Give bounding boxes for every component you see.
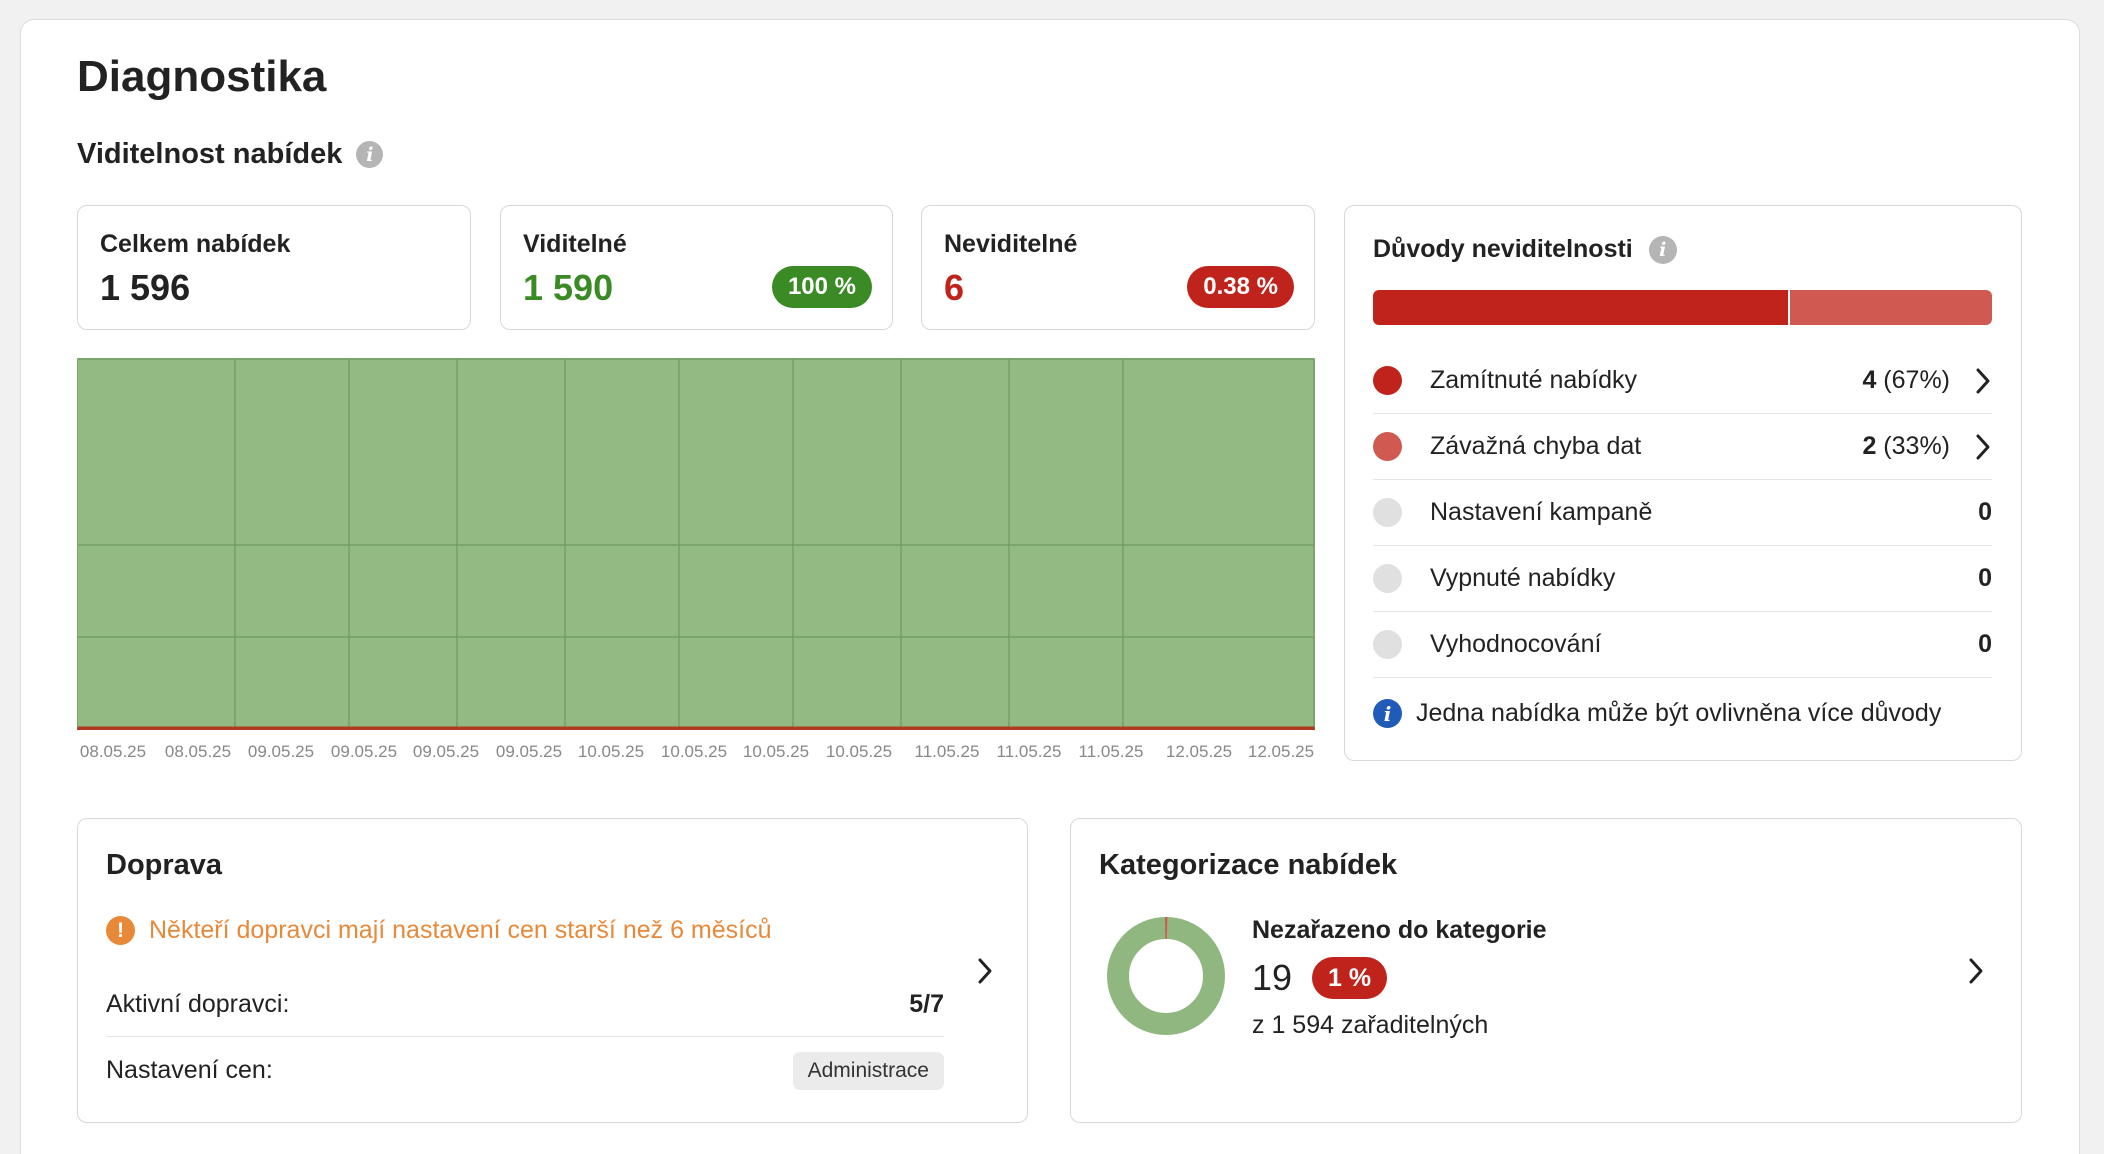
- chart-x-tick-label: 12.05.25: [1248, 742, 1314, 761]
- chart-x-tick-label: 09.05.25: [248, 742, 314, 761]
- reason-color-dot: [1373, 432, 1402, 461]
- shipping-warning-text: Někteří dopravci mají nastavení cen star…: [149, 916, 772, 944]
- visibility-section-header: Viditelnost nabídek i: [77, 138, 384, 171]
- visible-offers-label: Viditelné: [523, 230, 627, 258]
- visible-offers-value: 1 590: [523, 267, 614, 308]
- page-title: Diagnostika: [77, 52, 327, 101]
- invisible-offers-value: 6: [944, 267, 965, 308]
- visible-percent-badge: 100 %: [771, 266, 872, 308]
- active-carriers-row: Aktivní dopravci: 5/7: [106, 972, 944, 1037]
- total-offers-value: 1 596: [100, 267, 191, 308]
- invisible-percent-badge: 0.38 %: [1187, 266, 1294, 308]
- reason-count: 4 (67%): [1862, 366, 1950, 394]
- uncategorized-stats: 19 1 %: [1252, 957, 1388, 999]
- chart-x-tick-label: 09.05.25: [496, 742, 562, 761]
- reason-label: Vyhodnocování: [1430, 630, 1602, 658]
- reason-row[interactable]: Zamítnuté nabídky 4 (67%): [1373, 348, 1992, 414]
- uncategorized-percent-badge: 1 %: [1312, 957, 1388, 999]
- reason-label: Nastavení kampaně: [1430, 498, 1653, 526]
- reason-row[interactable]: Závažná chyba dat 2 (33%): [1373, 414, 1992, 480]
- chevron-right-icon[interactable]: [1967, 957, 1985, 985]
- categorizable-total: z 1 594 zařaditelných: [1252, 1011, 1489, 1039]
- price-settings-row: Nastavení cen: Administrace: [106, 1038, 944, 1103]
- reason-label: Zamítnuté nabídky: [1430, 366, 1638, 394]
- total-offers-card: Celkem nabídek 1 596: [77, 205, 471, 330]
- chart-x-tick-label: 08.05.25: [165, 742, 231, 761]
- reason-count: 0: [1978, 498, 1992, 526]
- reasons-title: Důvody neviditelnosti: [1373, 235, 1633, 263]
- chart-x-tick-label: 12.05.25: [1166, 742, 1232, 761]
- chart-x-tick-label: 10.05.25: [578, 742, 644, 761]
- reasons-note-text: Jedna nabídka může být ovlivněna více dů…: [1416, 699, 1942, 727]
- reasons-bar-segment: [1373, 290, 1788, 325]
- administration-tag[interactable]: Administrace: [792, 1051, 944, 1090]
- chevron-right-icon[interactable]: [976, 957, 994, 985]
- section-title: Viditelnost nabídek: [77, 138, 343, 170]
- invisible-offers-label: Neviditelné: [944, 230, 1078, 258]
- uncategorized-value: 19: [1252, 957, 1293, 998]
- chart-x-tick-label: 08.05.25: [80, 742, 146, 761]
- donut-categorized-arc: [1107, 917, 1225, 1035]
- warning-icon: !: [106, 916, 135, 945]
- reason-count: 0: [1978, 564, 1992, 592]
- shipping-title: Doprava: [106, 849, 223, 881]
- reason-count: 2 (33%): [1862, 432, 1950, 460]
- reasons-note: i Jedna nabídka může být ovlivněna více …: [1373, 699, 1941, 728]
- reason-color-dot: [1373, 564, 1402, 593]
- reasons-bar-segment: [1787, 290, 1992, 325]
- shipping-card: Doprava ! Někteří dopravci mají nastaven…: [77, 818, 1028, 1123]
- chart-x-tick-label: 09.05.25: [331, 742, 397, 761]
- invisible-offers-card[interactable]: Neviditelné 6 0.38 %: [921, 205, 1315, 330]
- categorization-title: Kategorizace nabídek: [1099, 849, 1398, 881]
- reasons-stacked-bar: [1373, 290, 1992, 325]
- reason-row: Vyhodnocování 0: [1373, 612, 1992, 678]
- active-carriers-value: 5/7: [909, 989, 944, 1018]
- chevron-right-icon[interactable]: [1974, 367, 1992, 395]
- uncategorized-label: Nezařazeno do kategorie: [1252, 916, 1547, 944]
- chart-x-tick-label: 10.05.25: [743, 742, 809, 761]
- chart-x-tick-label: 11.05.25: [915, 742, 980, 761]
- visible-offers-card[interactable]: Viditelné 1 590 100 %: [500, 205, 893, 330]
- reason-label: Vypnuté nabídky: [1430, 564, 1616, 592]
- total-offers-label: Celkem nabídek: [100, 230, 291, 258]
- visibility-chart-svg[interactable]: 08.05.25 08.05.25 09.05.25 09.05.25 09.05.25…: [76, 357, 1315, 767]
- chart-x-tick-label: 11.05.25: [997, 742, 1062, 761]
- price-settings-label: Nastavení cen:: [106, 1056, 273, 1084]
- reason-color-dot: [1373, 630, 1402, 659]
- info-icon: i: [1373, 699, 1402, 728]
- chart-x-tick-label: 10.05.25: [826, 742, 892, 761]
- chevron-right-icon[interactable]: [1974, 433, 1992, 461]
- reason-label: Závažná chyba dat: [1430, 432, 1642, 460]
- active-carriers-label: Aktivní dopravci:: [106, 989, 290, 1018]
- chart-x-tick-label: 09.05.25: [413, 742, 479, 761]
- visibility-chart[interactable]: 08.05.25 08.05.25 09.05.25 09.05.25 09.05.25…: [76, 357, 1315, 767]
- chart-x-tick-label: 11.05.25: [1079, 742, 1144, 761]
- reasons-header: Důvody neviditelnosti i: [1373, 235, 1677, 264]
- info-icon[interactable]: i: [356, 141, 384, 168]
- categorization-card: Kategorizace nabídek Nezařazeno do kateg…: [1070, 818, 2022, 1123]
- reason-color-dot: [1373, 366, 1402, 395]
- reason-row: Nastavení kampaně 0: [1373, 480, 1992, 546]
- categorization-donut: [1107, 916, 1225, 1035]
- reason-row: Vypnuté nabídky 0: [1373, 546, 1992, 612]
- reason-color-dot: [1373, 498, 1402, 527]
- info-icon[interactable]: i: [1648, 235, 1677, 264]
- chart-area-series: [77, 358, 1315, 729]
- reason-count: 0: [1978, 630, 1992, 658]
- shipping-warning[interactable]: ! Někteří dopravci mají nastavení cen st…: [106, 916, 772, 945]
- chart-x-tick-label: 10.05.25: [661, 742, 727, 761]
